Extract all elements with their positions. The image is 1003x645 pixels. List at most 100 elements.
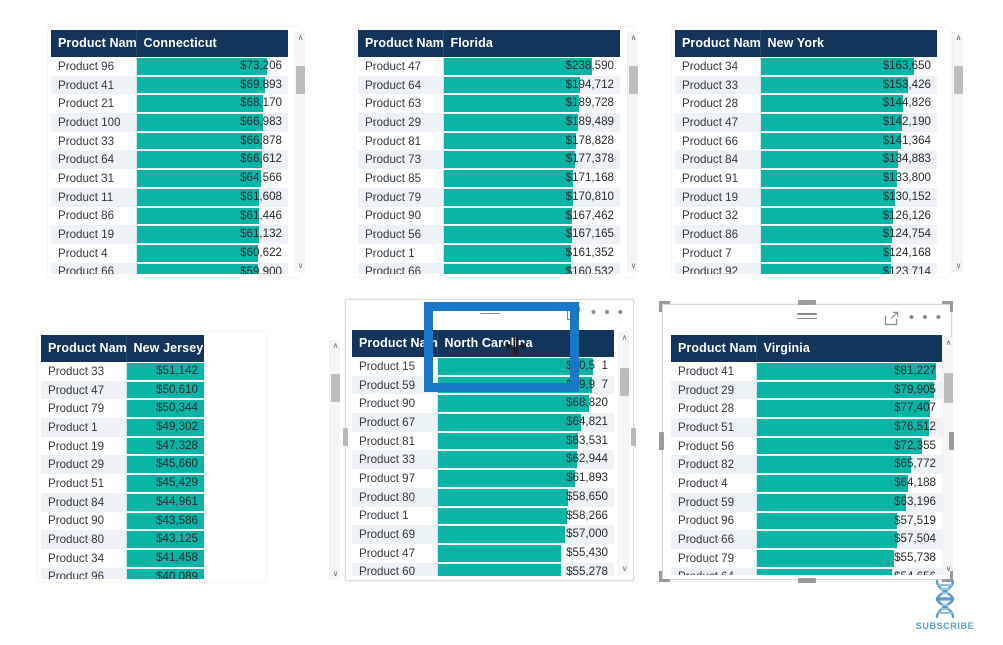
cell-value-bar[interactable]: $130,152 [759,187,937,207]
table-row[interactable]: Product 1 $161,352 [358,243,620,263]
selection-handle-bottom-center[interactable] [798,578,816,583]
table-row[interactable]: Product 90 $43,586 [41,511,204,531]
cell-product-name[interactable]: Product 69 [352,525,437,544]
focus-mode-icon[interactable] [884,311,899,326]
cell-value-bar[interactable]: $50,610 [125,380,204,400]
column-header-product-name[interactable]: Product Name [41,335,126,362]
cell-value-bar[interactable]: $62,944 [436,450,614,470]
cell-product-name[interactable]: Product 47 [675,113,760,132]
cell-value-bar[interactable]: $55,278 [436,562,614,576]
cell-value-bar[interactable]: $61,608 [135,187,288,207]
table-row[interactable]: Product 47 $55,430 [352,543,614,563]
cell-value-bar[interactable]: $49,302 [125,418,204,437]
table-row[interactable]: Product 96 $57,519 [671,511,942,531]
cell-value-bar[interactable]: $59,900 [135,262,288,274]
table-row[interactable]: Product 79 $55,738 [671,548,942,568]
cell-value-bar[interactable]: $134,883 [759,150,937,170]
cell-value-bar[interactable]: $50,344 [125,399,204,419]
table-row[interactable]: Product 19 $130,152 [675,187,937,207]
cell-value-bar[interactable]: $153,426 [759,75,937,95]
cell-product-name[interactable]: Product 41 [51,75,136,95]
table-row[interactable]: Product 41 $69,893 [51,75,288,95]
table-row[interactable]: Product 28 $144,826 [675,94,937,114]
table-row[interactable]: Product 84 $44,961 [41,492,204,512]
cell-product-name[interactable]: Product 66 [675,131,760,151]
scrollbar-florida[interactable]: ∧ ∨ [627,32,638,272]
column-header-florida[interactable]: Florida [442,30,620,57]
cell-product-name[interactable]: Product 19 [51,225,136,244]
cell-product-name[interactable]: Product 33 [675,75,760,95]
scroll-up-icon[interactable]: ∧ [330,340,341,352]
cell-value-bar[interactable]: $163,650 [759,57,937,76]
cell-value-bar[interactable]: $57,519 [755,511,942,531]
cell-value-bar[interactable]: $55,738 [755,548,942,568]
scrollbar-virginia[interactable]: ∧ ∨ [942,337,953,575]
column-header-new-york[interactable]: New York [759,30,937,57]
cell-value-bar[interactable]: $161,352 [442,243,620,263]
cell-product-name[interactable]: Product 33 [51,131,136,151]
selection-handle-top-left[interactable] [659,301,670,312]
table-row[interactable]: Product 82 $65,772 [671,455,942,475]
cell-product-name[interactable]: Product 86 [51,206,136,226]
scroll-down-icon[interactable]: ∨ [619,563,630,575]
cell-product-name[interactable]: Product 59 [671,492,756,512]
resize-handle-right-middle-north-carolina[interactable] [631,428,636,446]
cell-product-name[interactable]: Product 41 [671,362,756,381]
cell-value-bar[interactable]: $64,566 [135,169,288,188]
cell-value-bar[interactable]: $167,165 [442,225,620,244]
visual-virginia[interactable]: • • • Product Name Virginia Product 41 $8… [662,304,953,580]
cell-value-bar[interactable]: $194,712 [442,75,620,95]
scroll-up-icon[interactable]: ∧ [619,332,630,344]
cell-product-name[interactable]: Product 34 [675,57,760,76]
cell-value-bar[interactable]: $54,656 [755,567,942,575]
cell-product-name[interactable]: Product 32 [675,206,760,226]
visual-new-jersey[interactable]: Product Name New Jersey Product 33 $51,14… [38,332,340,582]
scrollbar-connecticut[interactable]: ∧ ∨ [294,32,305,272]
filter-lines-icon[interactable] [797,313,817,324]
cell-product-name[interactable]: Product 96 [51,57,136,76]
scrollbar-thumb[interactable] [620,368,629,396]
cell-product-name[interactable]: Product 63 [358,94,443,114]
resize-handle-left-middle-north-carolina[interactable] [343,428,348,446]
cell-value-bar[interactable]: $144,826 [759,94,937,114]
cell-value-bar[interactable]: $55,430 [436,543,614,563]
table-florida[interactable]: Product Name Florida Product 47 $238,590 P… [358,30,620,274]
table-row[interactable]: Product 19 $61,132 [51,225,288,244]
table-new-york-wrap[interactable]: Product Name New York Product 34 $163,650… [675,30,937,274]
cell-product-name[interactable]: Product 79 [358,187,443,207]
table-row[interactable]: Product 34 $41,458 [41,548,204,568]
cell-product-name[interactable]: Product 33 [41,362,126,381]
cell-product-name[interactable]: Product 47 [352,543,437,563]
cell-value-bar[interactable]: $66,612 [135,150,288,170]
table-row[interactable]: Product 84 $134,883 [675,150,937,170]
cell-value-bar[interactable]: $79,905 [755,380,942,400]
scrollbar-new-jersey[interactable]: ∧ ∨ [329,340,340,580]
cell-product-name[interactable]: Product 84 [41,492,126,512]
cell-value-bar[interactable]: $171,168 [442,169,620,188]
table-row[interactable]: Product 11 $61,608 [51,187,288,207]
cell-product-name[interactable]: Product 85 [358,169,443,188]
table-row[interactable]: Product 47 $238,590 [358,57,620,76]
table-row[interactable]: Product 32 $126,126 [675,206,937,226]
table-row[interactable]: Product 86 $61,446 [51,206,288,226]
table-row[interactable]: Product 100 $66,983 [51,113,288,132]
cell-value-bar[interactable]: $68,170 [135,94,288,114]
cell-product-name[interactable]: Product 29 [671,380,756,400]
cell-product-name[interactable]: Product 81 [352,431,437,451]
cell-product-name[interactable]: Product 90 [358,206,443,226]
cell-product-name[interactable]: Product 90 [352,394,437,414]
scroll-down-icon[interactable]: ∨ [628,260,639,272]
table-new-jersey[interactable]: Product Name New Jersey Product 33 $51,14… [41,335,204,579]
cell-value-bar[interactable]: $123,714 [759,262,937,274]
cell-value-bar[interactable]: $65,772 [755,455,942,475]
table-row[interactable]: Product 92 $123,714 [675,262,937,274]
cell-product-name[interactable]: Product 28 [671,399,756,419]
table-row[interactable]: Product 80 $58,650 [352,487,614,507]
table-row[interactable]: Product 79 $50,344 [41,399,204,419]
cell-product-name[interactable]: Product 29 [41,455,126,475]
cell-product-name[interactable]: Product 90 [41,511,126,531]
table-row[interactable]: Product 69 $57,000 [352,525,614,544]
cell-value-bar[interactable]: $61,132 [135,225,288,244]
table-row[interactable]: Product 81 $63,531 [352,431,614,451]
cell-product-name[interactable]: Product 67 [352,413,437,432]
